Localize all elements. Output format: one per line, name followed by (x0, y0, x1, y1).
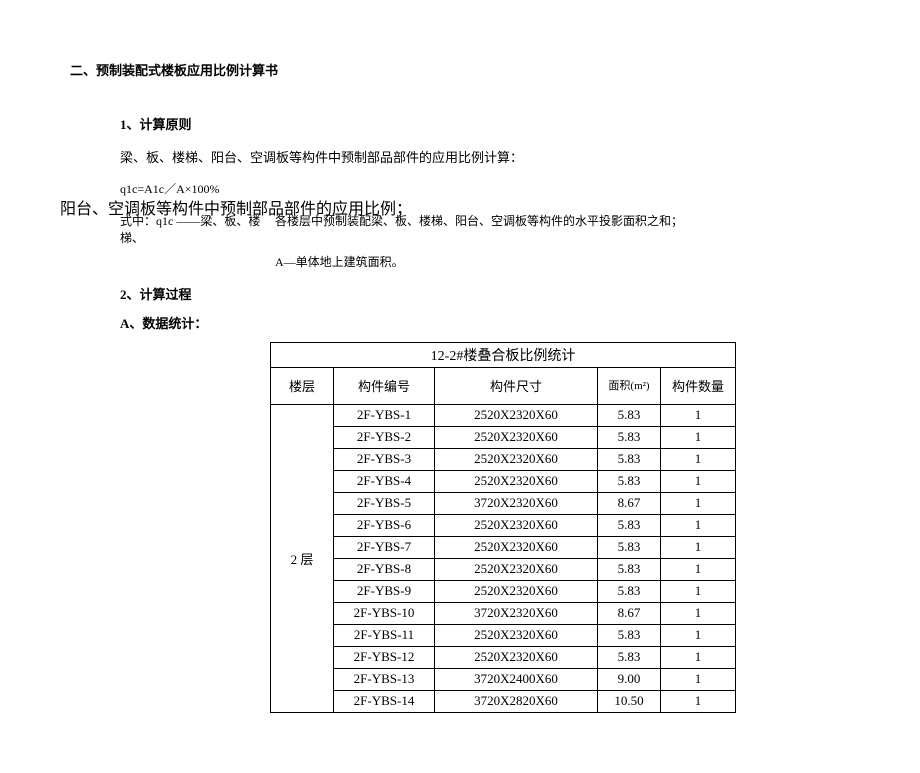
table-body: 2 层2F-YBS-12520X2320X605.8312F-YBS-22520… (271, 404, 736, 712)
area-cell: 5.83 (598, 448, 661, 470)
qty-cell: 1 (661, 624, 736, 646)
table-row: 2F-YBS-72520X2320X605.831 (271, 536, 736, 558)
code-cell: 2F-YBS-3 (334, 448, 435, 470)
qty-cell: 1 (661, 580, 736, 602)
section1-heading: 1、计算原则 (120, 114, 870, 133)
size-cell: 2520X2320X60 (435, 448, 598, 470)
size-cell: 2520X2320X60 (435, 536, 598, 558)
definitions: 式中：q1c ——梁、板、楼 梯、 各楼层中预制装配梁、板、楼梯、阳台、空调板等… (120, 213, 870, 247)
qty-cell: 1 (661, 426, 736, 448)
code-cell: 2F-YBS-12 (334, 646, 435, 668)
size-cell: 2520X2320X60 (435, 514, 598, 536)
table-row: 2F-YBS-42520X2320X605.831 (271, 470, 736, 492)
area-cell: 5.83 (598, 558, 661, 580)
floor-cell: 2 层 (271, 404, 334, 712)
table-title: 12-2#楼叠合板比例统计 (271, 342, 736, 367)
size-cell: 3720X2400X60 (435, 668, 598, 690)
qty-cell: 1 (661, 404, 736, 426)
area-cell: 8.67 (598, 492, 661, 514)
def-q1c-left-line1: 式中：q1c ——梁、板、楼 (120, 213, 275, 230)
code-cell: 2F-YBS-8 (334, 558, 435, 580)
doc-title: 二、预制装配式楼板应用比例计算书 (70, 60, 870, 79)
table-row: 2F-YBS-92520X2320X605.831 (271, 580, 736, 602)
table-row: 2 层2F-YBS-12520X2320X605.831 (271, 404, 736, 426)
section2-sub: A、数据统计： (120, 313, 870, 332)
qty-cell: 1 (661, 514, 736, 536)
table-row: 2F-YBS-103720X2320X608.671 (271, 602, 736, 624)
area-cell: 5.83 (598, 536, 661, 558)
qty-cell: 1 (661, 536, 736, 558)
calc-principle-text: 梁、板、楼梯、阳台、空调板等构件中预制部品部件的应用比例计算： (120, 147, 870, 166)
area-cell: 5.83 (598, 580, 661, 602)
qty-cell: 1 (661, 558, 736, 580)
code-cell: 2F-YBS-6 (334, 514, 435, 536)
th-qty: 构件数量 (661, 367, 736, 404)
th-area: 面积(m²) (598, 367, 661, 404)
code-cell: 2F-YBS-5 (334, 492, 435, 514)
size-cell: 2520X2320X60 (435, 624, 598, 646)
table-row: 2F-YBS-32520X2320X605.831 (271, 448, 736, 470)
area-cell: 5.83 (598, 470, 661, 492)
th-size: 构件尺寸 (435, 367, 598, 404)
def-q1c-left-line2: 梯、 (120, 230, 275, 247)
qty-cell: 1 (661, 668, 736, 690)
qty-cell: 1 (661, 448, 736, 470)
code-cell: 2F-YBS-1 (334, 404, 435, 426)
qty-cell: 1 (661, 690, 736, 712)
area-cell: 5.83 (598, 514, 661, 536)
area-cell: 10.50 (598, 690, 661, 712)
code-cell: 2F-YBS-11 (334, 624, 435, 646)
table-row: 2F-YBS-122520X2320X605.831 (271, 646, 736, 668)
code-cell: 2F-YBS-2 (334, 426, 435, 448)
size-cell: 3720X2820X60 (435, 690, 598, 712)
section2-heading: 2、计算过程 (120, 284, 870, 303)
size-cell: 2520X2320X60 (435, 404, 598, 426)
table-row: 2F-YBS-82520X2320X605.831 (271, 558, 736, 580)
area-cell: 8.67 (598, 602, 661, 624)
code-cell: 2F-YBS-10 (334, 602, 435, 624)
th-code: 构件编号 (334, 367, 435, 404)
qty-cell: 1 (661, 646, 736, 668)
table-row: 2F-YBS-53720X2320X608.671 (271, 492, 736, 514)
qty-cell: 1 (661, 602, 736, 624)
code-cell: 2F-YBS-9 (334, 580, 435, 602)
stats-table: 12-2#楼叠合板比例统计 楼层 构件编号 构件尺寸 面积(m²) 构件数量 2… (270, 342, 736, 713)
area-cell: 9.00 (598, 668, 661, 690)
table-row: 2F-YBS-22520X2320X605.831 (271, 426, 736, 448)
size-cell: 3720X2320X60 (435, 602, 598, 624)
def-q1c-right: 各楼层中预制装配梁、板、楼梯、阳台、空调板等构件的水平投影面积之和； (275, 213, 683, 230)
area-cell: 5.83 (598, 624, 661, 646)
table-row: 2F-YBS-133720X2400X609.001 (271, 668, 736, 690)
area-cell: 5.83 (598, 404, 661, 426)
size-cell: 2520X2320X60 (435, 580, 598, 602)
def-a: A—单体地上建筑面积。 (275, 253, 870, 270)
size-cell: 2520X2320X60 (435, 470, 598, 492)
area-cell: 5.83 (598, 426, 661, 448)
area-cell: 5.83 (598, 646, 661, 668)
table-row: 2F-YBS-143720X2820X6010.501 (271, 690, 736, 712)
size-cell: 2520X2320X60 (435, 426, 598, 448)
code-cell: 2F-YBS-7 (334, 536, 435, 558)
code-cell: 2F-YBS-4 (334, 470, 435, 492)
qty-cell: 1 (661, 492, 736, 514)
th-floor: 楼层 (271, 367, 334, 404)
size-cell: 2520X2320X60 (435, 558, 598, 580)
qty-cell: 1 (661, 470, 736, 492)
table-row: 2F-YBS-112520X2320X605.831 (271, 624, 736, 646)
size-cell: 2520X2320X60 (435, 646, 598, 668)
table-row: 2F-YBS-62520X2320X605.831 (271, 514, 736, 536)
size-cell: 3720X2320X60 (435, 492, 598, 514)
code-cell: 2F-YBS-14 (334, 690, 435, 712)
code-cell: 2F-YBS-13 (334, 668, 435, 690)
